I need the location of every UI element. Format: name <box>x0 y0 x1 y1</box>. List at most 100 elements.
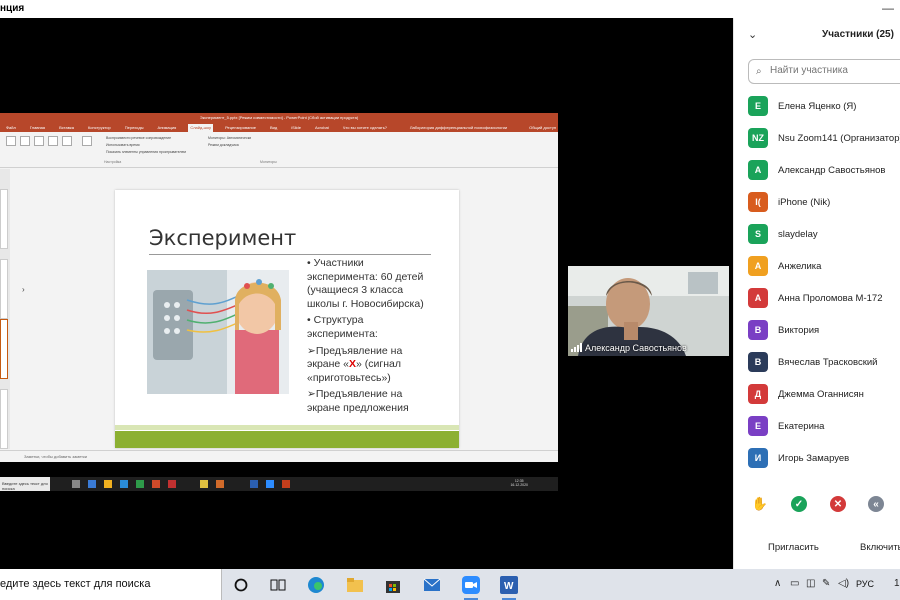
participant-row[interactable]: Е Елена Яценко (Я) <box>748 90 900 122</box>
word-app-icon[interactable]: W <box>499 575 519 600</box>
app-icon <box>168 480 176 488</box>
slide-bullet: ➢Предъявление на экране «Х» (сигнал «при… <box>307 344 403 384</box>
avatar: I( <box>748 192 768 212</box>
notes-pane[interactable]: Заметки, чтобы добавить заметки <box>0 450 558 462</box>
chevron-down-icon[interactable]: ⌄ <box>748 28 757 41</box>
shared-taskbar-clock: 12:35 16.12.2020 <box>510 479 528 487</box>
participant-search[interactable]: ⌕ <box>748 59 900 84</box>
mail-icon[interactable] <box>422 575 442 595</box>
ppt-tab[interactable]: Файл <box>4 124 18 132</box>
participant-row[interactable]: NZ Nsu Zoom141 (Организатор) <box>748 122 900 154</box>
cortana-icon[interactable] <box>231 575 251 595</box>
slide-thumbnail[interactable] <box>0 389 8 449</box>
avatar: И <box>748 448 768 468</box>
ppt-share-button[interactable]: Общий доступ <box>527 124 558 132</box>
ppt-tab[interactable]: Главная <box>28 124 47 132</box>
participant-name: Елена Яценко (Я) <box>778 100 857 112</box>
slide-title: Эксперимент <box>149 226 297 250</box>
ppt-tab[interactable]: Рецензирование <box>223 124 258 132</box>
signal-strength-icon <box>571 343 582 352</box>
participant-row[interactable]: Д Джемма Оганнисян <box>748 378 900 410</box>
taskbar-search-box[interactable]: едите здесь текст для поиска <box>0 569 222 600</box>
participant-row[interactable]: Sslaydelay <box>748 218 900 250</box>
battery-icon[interactable]: ▭ <box>790 578 799 589</box>
file-explorer-icon[interactable] <box>345 575 365 595</box>
slide-thumbnail-selected[interactable] <box>0 319 8 379</box>
ribbon-button[interactable] <box>34 136 44 146</box>
input-language[interactable]: РУС <box>856 579 874 589</box>
slide-photo <box>147 270 289 394</box>
ribbon-button[interactable] <box>82 136 92 146</box>
screen-share-area: Эксперимент_5.pptx [Режим совместимости]… <box>0 18 733 569</box>
participant-row[interactable]: А Анжелика <box>748 250 900 282</box>
ppt-tab[interactable]: Вид <box>268 124 279 132</box>
ppt-tab[interactable]: Переходы <box>123 124 146 132</box>
go-slower-icon[interactable]: « <box>868 496 884 512</box>
ribbon-button[interactable] <box>48 136 58 146</box>
pen-icon[interactable]: ✎ <box>822 578 830 589</box>
unmute-all-button[interactable]: Включить <box>860 542 900 553</box>
participant-row[interactable]: Е Екатерина <box>748 410 900 442</box>
shared-taskbar-search: Введите здесь текст для поиска <box>0 477 50 491</box>
raise-hand-icon[interactable]: ✋ <box>752 496 768 512</box>
participant-row[interactable]: И Игорь Замаруев <box>748 442 900 474</box>
participant-name: Александр Савостьянов <box>778 164 886 176</box>
participant-name: Вячеслав Трасковский <box>778 356 878 368</box>
ribbon-options-col[interactable]: Воспроизвести речевое сопровождение Испо… <box>106 135 186 156</box>
slide-bullet: ➢Предъявление на экране предложения <box>307 388 409 414</box>
slide-footer-bar <box>115 431 459 448</box>
shared-taskbar: Введите здесь текст для поиска 12:35 16.… <box>0 477 558 491</box>
clock-fragment[interactable]: 1 <box>894 578 900 589</box>
ppt-tab[interactable]: Вставка <box>57 124 76 132</box>
store-icon[interactable] <box>383 575 403 595</box>
no-icon[interactable]: ✕ <box>830 496 846 512</box>
task-view-icon[interactable] <box>268 575 288 595</box>
video-name-label: Александр Савостьянов <box>571 343 687 353</box>
ribbon-button[interactable] <box>62 136 72 146</box>
volume-icon[interactable]: ◁) <box>838 578 849 589</box>
participant-list: Е Елена Яценко (Я) NZ Nsu Zoom141 (Организа… <box>748 90 900 474</box>
slide-canvas: Эксперимент • Участники эксперимента: 60… <box>115 190 459 448</box>
participant-name: Nsu Zoom141 (Организатор) <box>778 132 900 144</box>
slide-thumbnail[interactable] <box>0 259 8 319</box>
ppt-title-text: Эксперимент_5.pptx [Режим совместимости]… <box>199 115 359 120</box>
ppt-tab[interactable]: Acrobat <box>313 124 331 132</box>
participant-row[interactable]: В Вячеслав Трасковский <box>748 346 900 378</box>
participant-row[interactable]: А Анна Проломова М-172 <box>748 282 900 314</box>
app-icon <box>216 480 224 488</box>
yes-icon[interactable]: ✓ <box>791 496 807 512</box>
network-icon[interactable]: ◫ <box>806 578 815 589</box>
svg-text:W: W <box>504 581 514 592</box>
ppt-tab[interactable]: iSlide <box>289 124 303 132</box>
invite-button[interactable]: Пригласить <box>768 542 819 553</box>
minimize-button[interactable]: — <box>882 1 894 15</box>
participant-search-input[interactable] <box>770 65 890 76</box>
ribbon-monitors-col[interactable]: Мониторы: Автоматически Режим докладчика <box>208 135 251 149</box>
participant-name: Джемма Оганнисян <box>778 388 864 400</box>
participant-row[interactable]: А Александр Савостьянов <box>748 154 900 186</box>
participant-row[interactable]: В Виктория <box>748 314 900 346</box>
ribbon-button[interactable] <box>6 136 16 146</box>
avatar: В <box>748 320 768 340</box>
participant-name: Екатерина <box>778 420 825 432</box>
speaker-video-tile[interactable]: Александр Савостьянов <box>568 266 729 356</box>
ppt-tab-active[interactable]: Слайд-шоу <box>188 124 214 132</box>
avatar: Е <box>748 96 768 116</box>
zoom-app-icon[interactable] <box>461 575 481 600</box>
edge-browser-icon[interactable] <box>306 575 326 595</box>
slide-thumbnail[interactable] <box>0 189 8 249</box>
participant-name: iPhone (Nik) <box>778 196 831 208</box>
system-tray: ∧ ▭ ◫ ✎ ◁) РУС 1 <box>760 569 900 600</box>
ppt-tab[interactable]: Анимация <box>156 124 179 132</box>
participants-footer: Пригласить Включить <box>734 534 900 569</box>
chevron-right-icon[interactable]: › <box>22 285 25 294</box>
slide-bullet-list: • Участники эксперимента: 60 детей (учащ… <box>307 254 437 416</box>
participant-name: Анжелика <box>778 260 822 272</box>
ribbon-group-label: Мониторы <box>260 160 277 164</box>
chevron-up-icon[interactable]: ∧ <box>774 578 781 589</box>
windows-taskbar: едите здесь текст для поиска W ∧ ▭ ◫ ✎ ◁… <box>0 569 900 600</box>
ppt-tell-me[interactable]: Что вы хотите сделать? <box>341 124 389 132</box>
ribbon-button[interactable] <box>20 136 30 146</box>
ppt-tab[interactable]: Конструктор <box>86 124 113 132</box>
participant-row[interactable]: I( iPhone (Nik) <box>748 186 900 218</box>
